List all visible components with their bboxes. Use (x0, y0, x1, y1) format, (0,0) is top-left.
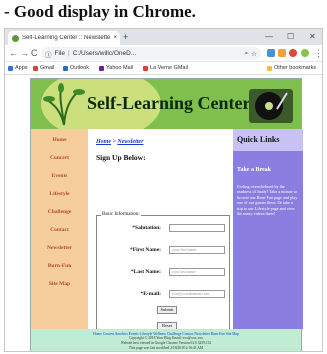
nav-home[interactable]: Home (31, 137, 88, 143)
menu-icon[interactable]: ⋮ (314, 48, 322, 59)
bookmark-gmail[interactable]: Gmail (33, 65, 54, 71)
gmail-icon (33, 65, 38, 71)
nav-concert[interactable]: Concert (31, 155, 88, 161)
info-icon: ⓘ (45, 51, 52, 59)
bookmark-la-verne-gmail[interactable]: La Verne GMail (143, 65, 188, 71)
main-content: Home > Newsletter Sign Up Below: Basic I… (88, 129, 233, 337)
form-row: *Last Name: your last name (97, 268, 229, 278)
page-caption: - Good display in Chrome. (4, 2, 196, 21)
search-icon: ⌕ (244, 49, 249, 57)
form-legend: Basic Information: (101, 212, 141, 217)
tab-close-icon[interactable]: × (113, 35, 117, 41)
star-icon[interactable]: ☆ (251, 50, 257, 58)
site-nav: Home Concert Events Lifestyle Challenge … (31, 129, 88, 329)
profile-avatar[interactable] (301, 49, 309, 57)
footer-links[interactable]: Home Concert Aerobics Events Lifestyle W… (31, 329, 301, 336)
quick-links-sidebar: Quick Links Take a Break Feeling overwhe… (233, 129, 303, 329)
last-name-label: *Last Name: (130, 269, 161, 275)
form-row: *Salutation: (97, 224, 229, 234)
address-bar[interactable]: ⓘ File | C:/Users/willc/OneD... ⌕ ☆ (41, 47, 261, 60)
site-title: Self-Learning Center (87, 93, 251, 113)
forward-button[interactable]: → (20, 48, 29, 59)
last-name-input[interactable]: your last name (169, 268, 225, 276)
bookmark-outlook[interactable]: Outlook (63, 65, 89, 71)
first-name-input[interactable]: your first name (169, 246, 225, 254)
back-button[interactable]: ← (9, 48, 18, 59)
address-url: C:/Users/willc/OneD... (72, 50, 137, 57)
website: Self-Learning Center Home Concert Events… (30, 78, 303, 351)
form-row: *E-mail: you@yourdomain.com (97, 290, 229, 300)
yahoo-mail-icon (99, 65, 104, 71)
turntable-icon (249, 89, 293, 123)
nav-events[interactable]: Events (31, 173, 88, 179)
form-row: *First Name: your first name (97, 246, 229, 256)
page-heading: Sign Up Below: (96, 153, 146, 162)
take-a-break-heading: Take a Break (237, 167, 272, 173)
browser-toolbar: ← → C ⓘ File | C:/Users/willc/OneD... ⌕ … (5, 45, 322, 62)
bookmark-label: Gmail (40, 65, 55, 71)
extension-icon[interactable] (278, 49, 286, 57)
nav-burn-fun[interactable]: Burn-Fun (31, 263, 88, 269)
gmail-icon (143, 65, 148, 71)
address-separator: | (67, 50, 70, 57)
email-label: *E-mail: (140, 291, 161, 297)
site-favicon-icon (12, 34, 19, 42)
tab-strip: Self-Learning Center :: Newsletter × + —… (5, 29, 322, 45)
quick-links-title: Quick Links (233, 129, 303, 151)
sidebar-blurb: Feeling overwhelmed by the madness of fi… (237, 184, 298, 217)
site-footer: Home Concert Aerobics Events Lifestyle W… (31, 329, 301, 351)
footer-modified: This page was last modified 2/18/2018 2:… (128, 345, 204, 350)
nav-challenge[interactable]: Challenge (31, 209, 88, 215)
outlook-icon (63, 65, 68, 71)
bookmark-label: Apps (15, 65, 28, 71)
email-input[interactable]: you@yourdomain.com (169, 290, 225, 298)
salutation-input[interactable] (169, 224, 225, 232)
bookmark-yahoo-mail[interactable]: Yahoo Mail (99, 65, 133, 71)
plant-logo-icon (43, 83, 85, 126)
nav-contact[interactable]: Contact (31, 227, 88, 233)
first-name-label: *First Name: (129, 247, 161, 253)
salutation-label: *Salutation: (132, 225, 161, 231)
page-viewport: Self-Learning Center Home Concert Events… (5, 75, 322, 351)
folder-icon (267, 65, 272, 71)
nav-lifestyle[interactable]: Lifestyle (31, 191, 88, 197)
breadcrumb-current[interactable]: Newsletter (117, 139, 143, 145)
submit-button[interactable]: Submit (157, 306, 177, 314)
minimize-button[interactable]: — (265, 31, 273, 43)
maximize-button[interactable]: ☐ (287, 31, 294, 43)
tab-title: Self-Learning Center :: Newsletter (22, 35, 111, 41)
close-window-button[interactable]: ✕ (309, 31, 316, 43)
address-security: File (54, 50, 65, 57)
breadcrumb-home-link[interactable]: Home (96, 139, 111, 145)
extension-icon[interactable] (267, 49, 275, 57)
signup-form: Basic Information: *Salutation: *First N… (96, 212, 230, 337)
new-tab-button[interactable]: + (123, 31, 128, 43)
browser-window: Self-Learning Center :: Newsletter × + —… (4, 28, 323, 352)
bookmark-label: La Verne GMail (150, 65, 188, 71)
extension-icon[interactable] (289, 49, 297, 57)
browser-tab[interactable]: Self-Learning Center :: Newsletter × (8, 31, 120, 45)
breadcrumb: Home > Newsletter (96, 139, 143, 145)
nav-site-map[interactable]: Site Map (31, 281, 88, 287)
reload-button[interactable]: C (31, 48, 38, 59)
nav-newsletter[interactable]: Newsletter (31, 245, 88, 251)
bookmark-label: Other bookmarks (274, 65, 317, 71)
bookmarks-bar: Apps Gmail Outlook Yahoo Mail La Verne G… (5, 62, 322, 75)
bookmark-apps[interactable]: Apps (8, 65, 28, 71)
bookmark-label: Outlook (70, 65, 89, 71)
bookmark-label: Yahoo Mail (106, 65, 134, 71)
other-bookmarks[interactable]: Other bookmarks (267, 65, 316, 71)
apps-icon (8, 65, 13, 71)
site-banner: Self-Learning Center (31, 79, 301, 129)
